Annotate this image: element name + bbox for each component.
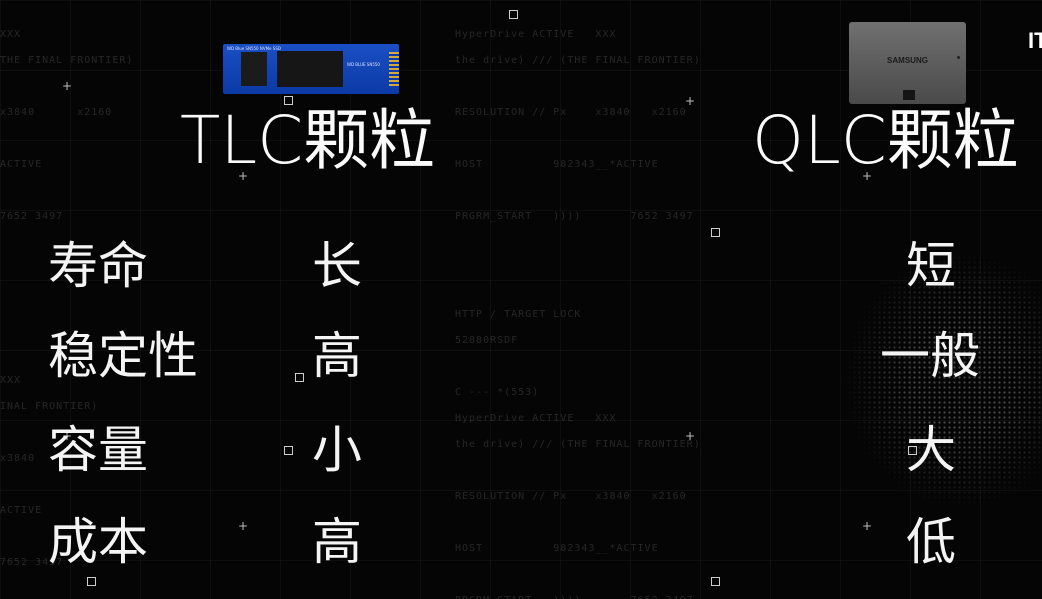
qlc-value-stability: 一般 <box>880 327 980 385</box>
qlc-value-cost: 低 <box>906 513 956 571</box>
square-marker-icon <box>295 373 304 382</box>
background-hud-text: HyperDrive ACTIVE XXX the drive) /// (TH… <box>455 29 701 222</box>
sata-ssd-image: SAMSUNG <box>849 22 966 104</box>
qlc-value-capacity: 大 <box>906 421 956 479</box>
ssd-connector-pins <box>389 52 399 86</box>
ssd-label-text: WD BLUE SN550 <box>347 62 380 67</box>
background-hud-text: XXX THE FINAL FRONTIER) x3840 x2160 ACTI… <box>0 29 134 222</box>
qlc-heading: QLC颗粒 <box>752 102 1019 179</box>
video-frame: XXX THE FINAL FRONTIER) x3840 x2160 ACTI… <box>0 0 1042 599</box>
corner-logo: IT <box>1028 28 1042 53</box>
row-label-lifespan: 寿命 <box>48 237 148 295</box>
ssd-screw-dot <box>957 56 960 59</box>
plus-marker-icon: + <box>862 519 873 533</box>
square-marker-icon <box>711 577 720 586</box>
tlc-heading: TLC颗粒 <box>180 102 436 179</box>
row-label-capacity: 容量 <box>48 421 148 479</box>
plus-marker-icon: + <box>685 94 696 108</box>
ssd-chip <box>241 52 267 86</box>
plus-marker-icon: + <box>62 79 73 93</box>
nvme-ssd-image: WD Blue SN550 NVMe SSD WD BLUE SN550 <box>223 44 399 94</box>
tlc-value-stability: 高 <box>312 327 362 385</box>
row-label-stability: 稳定性 <box>48 327 198 385</box>
tlc-value-cost: 高 <box>312 513 362 571</box>
square-marker-icon <box>87 577 96 586</box>
tlc-value-capacity: 小 <box>312 421 362 479</box>
square-marker-icon <box>711 228 720 237</box>
plus-marker-icon: + <box>685 429 696 443</box>
ssd-label-text: WD Blue SN550 NVMe SSD <box>227 46 281 51</box>
tlc-value-lifespan: 长 <box>312 237 362 295</box>
ssd-chip <box>277 51 343 87</box>
square-marker-icon <box>284 446 293 455</box>
row-label-cost: 成本 <box>48 513 148 571</box>
qlc-value-lifespan: 短 <box>906 237 956 295</box>
ssd-port <box>903 90 915 100</box>
ssd-brand-text: SAMSUNG <box>887 56 928 65</box>
background-hud-text: HTTP / TARGET LOCK 52880RSDF C --- *(553… <box>455 309 701 599</box>
plus-marker-icon: + <box>238 519 249 533</box>
square-marker-icon <box>509 10 518 19</box>
